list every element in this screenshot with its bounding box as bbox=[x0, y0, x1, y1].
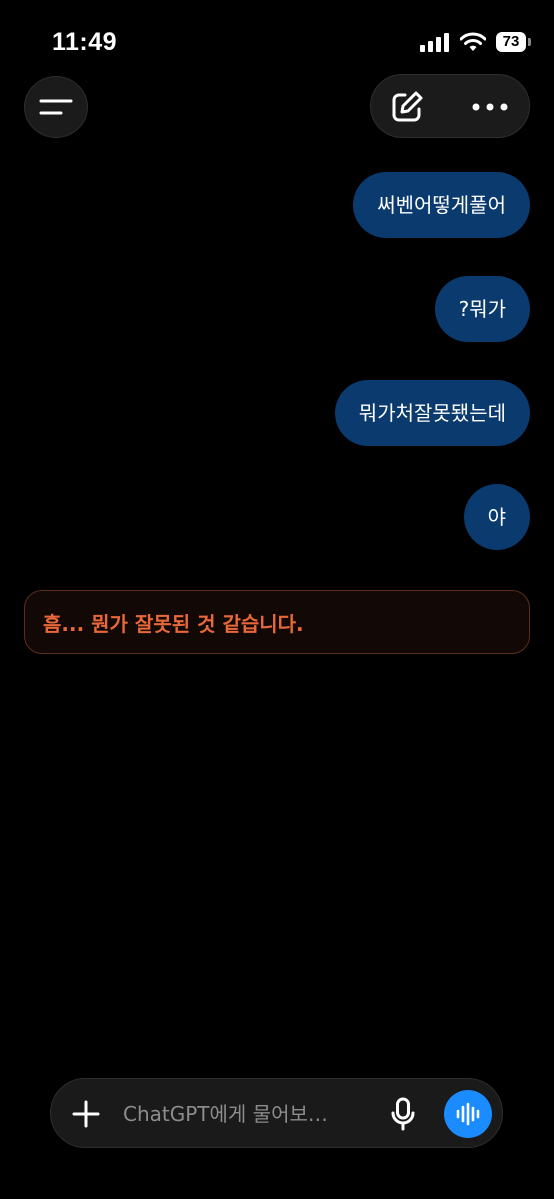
message-list: 써벤어떻게풀어 ?뭐가 뭐가처잘못됐는데 야 bbox=[24, 172, 530, 588]
message-row: 뭐가처잘못됐는데 bbox=[24, 380, 530, 446]
battery-cap bbox=[528, 38, 531, 46]
user-message-bubble[interactable]: 써벤어떻게풀어 bbox=[353, 172, 530, 238]
dictation-button[interactable] bbox=[385, 1095, 421, 1133]
user-message-bubble[interactable]: 뭐가처잘못됐는데 bbox=[334, 380, 530, 446]
message-row: 야 bbox=[24, 484, 530, 550]
voice-mode-icon bbox=[456, 1102, 480, 1126]
user-message-bubble[interactable]: 야 bbox=[463, 484, 530, 550]
wifi-icon bbox=[460, 32, 486, 51]
composer bbox=[50, 1078, 503, 1148]
status-time: 11:49 bbox=[52, 28, 118, 56]
battery-level: 73 bbox=[502, 33, 520, 50]
battery-icon: 73 bbox=[496, 32, 531, 52]
status-bar: 11:49 73 bbox=[0, 0, 554, 80]
message-input[interactable] bbox=[123, 1097, 373, 1131]
attach-button[interactable] bbox=[67, 1095, 105, 1133]
message-row: ?뭐가 bbox=[24, 276, 530, 342]
new-chat-button[interactable] bbox=[387, 87, 427, 127]
signal-icon bbox=[420, 33, 449, 52]
compose-icon bbox=[392, 91, 423, 122]
error-text: 흠... 뭔가 잘못된 것 같습니다. bbox=[43, 611, 304, 636]
more-options-button[interactable] bbox=[467, 87, 513, 127]
plus-icon bbox=[72, 1100, 100, 1128]
more-icon bbox=[472, 103, 508, 111]
menu-icon bbox=[39, 99, 73, 115]
microphone-icon bbox=[391, 1097, 415, 1131]
error-message: 흠... 뭔가 잘못된 것 같습니다. bbox=[24, 590, 530, 654]
voice-mode-button[interactable] bbox=[444, 1090, 492, 1138]
menu-button[interactable] bbox=[24, 76, 88, 138]
message-row: 써벤어떻게풀어 bbox=[24, 172, 530, 238]
top-actions bbox=[370, 74, 530, 138]
user-message-bubble[interactable]: ?뭐가 bbox=[434, 276, 530, 342]
status-icons: 73 bbox=[420, 32, 531, 52]
